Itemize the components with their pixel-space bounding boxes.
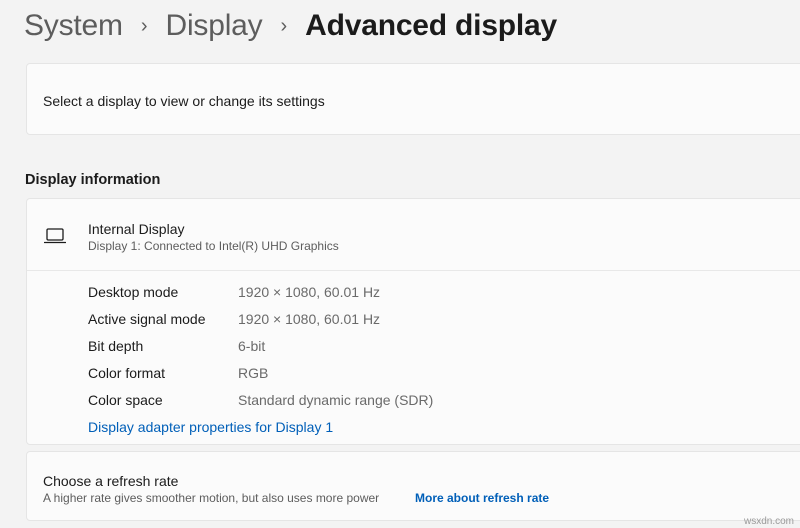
property-label: Active signal mode — [88, 311, 206, 327]
chevron-right-icon: › — [140, 14, 148, 37]
property-value: 1920 × 1080, 60.01 Hz — [238, 311, 381, 327]
property-label: Color space — [88, 392, 163, 408]
display-subtitle: Display 1: Connected to Intel(R) UHD Gra… — [88, 239, 339, 253]
property-label: Desktop mode — [88, 284, 179, 300]
select-display-text: Select a display to view or change its s… — [43, 93, 325, 109]
select-display-card[interactable]: Select a display to view or change its s… — [26, 63, 800, 135]
display-name: Internal Display — [88, 221, 185, 237]
advanced-display-page: System › Display › Advanced display Sele… — [0, 0, 800, 528]
section-title-display-information: Display information — [25, 172, 161, 188]
more-about-refresh-rate-link[interactable]: More about refresh rate — [415, 491, 549, 505]
property-value: 1920 × 1080, 60.01 Hz — [238, 284, 381, 300]
breadcrumb-system[interactable]: System — [24, 9, 123, 43]
chevron-right-icon: › — [280, 14, 288, 37]
refresh-rate-title: Choose a refresh rate — [43, 473, 179, 489]
display-information-header: Internal Display Display 1: Connected to… — [27, 199, 800, 271]
refresh-rate-description: A higher rate gives smoother motion, but… — [43, 491, 380, 505]
property-label: Bit depth — [88, 338, 144, 354]
breadcrumb-display[interactable]: Display — [166, 9, 263, 43]
page-title: Advanced display — [305, 9, 558, 42]
display-information-card: Internal Display Display 1: Connected to… — [26, 198, 800, 445]
watermark: wsxdn.com — [743, 516, 794, 527]
property-label: Color format — [88, 365, 166, 381]
property-value: 6-bit — [238, 338, 266, 354]
property-value: Standard dynamic range (SDR) — [238, 392, 434, 408]
display-adapter-properties-link[interactable]: Display adapter properties for Display 1 — [88, 419, 333, 435]
laptop-icon — [44, 228, 66, 244]
breadcrumb: System › Display › Advanced display — [24, 4, 557, 48]
refresh-rate-card[interactable]: Choose a refresh rate A higher rate give… — [26, 451, 800, 521]
property-value: RGB — [238, 365, 269, 381]
